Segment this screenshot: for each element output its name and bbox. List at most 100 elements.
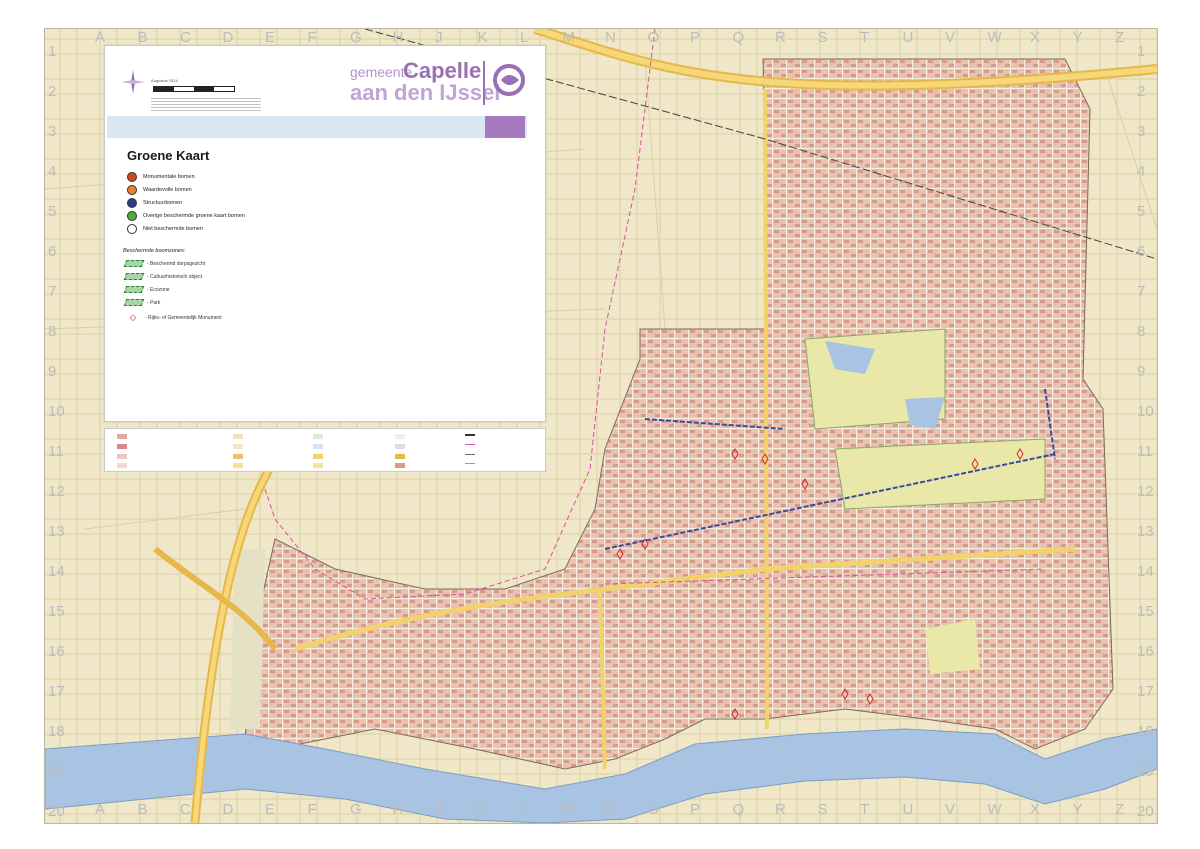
tree-dot-icon bbox=[127, 224, 137, 234]
legend-item-label: Monumentale bomen bbox=[143, 174, 195, 180]
grid-letter-bottom: E bbox=[265, 801, 276, 818]
grid-number-left: 2 bbox=[48, 83, 57, 100]
grid-letter-top: P bbox=[690, 29, 701, 46]
grid-number-right: 19 bbox=[1137, 763, 1154, 780]
grid-number-right: 6 bbox=[1137, 243, 1146, 260]
tree-dot-icon bbox=[127, 172, 137, 182]
grid-letter-bottom: K bbox=[477, 801, 488, 818]
legend-item-label: Overige beschermde groene kaart bomen bbox=[143, 213, 245, 219]
zone-item: - Park bbox=[123, 299, 161, 306]
grid-letter-top: Q bbox=[732, 29, 745, 46]
compass-icon bbox=[121, 70, 145, 94]
grid-letter-top: L bbox=[520, 29, 529, 46]
grid-letter-bottom: L bbox=[520, 801, 529, 818]
grid-number-right: 8 bbox=[1137, 323, 1146, 340]
grid-number-left: 9 bbox=[48, 363, 57, 380]
grid-number-right: 13 bbox=[1137, 523, 1154, 540]
logo-line2: aan den IJssel bbox=[350, 80, 501, 105]
legend-item: Niet beschermde bomen bbox=[127, 224, 203, 234]
grid-number-right: 17 bbox=[1137, 683, 1154, 700]
grid-letter-bottom: Y bbox=[1072, 801, 1083, 818]
grid-letter-bottom: O bbox=[647, 801, 660, 818]
grid-number-left: 8 bbox=[48, 323, 57, 340]
scale-bar bbox=[153, 86, 235, 92]
grid-letter-top: J bbox=[435, 29, 443, 46]
grid-number-right: 11 bbox=[1137, 443, 1153, 460]
grid-number-left: 16 bbox=[48, 643, 65, 660]
zone-pattern-icon bbox=[123, 286, 145, 293]
grid-letter-bottom: Q bbox=[732, 801, 745, 818]
land-use-key bbox=[104, 428, 546, 472]
monument-diamond-icon: ◇ bbox=[129, 312, 137, 322]
grid-letter-top: M bbox=[562, 29, 576, 46]
grid-letter-bottom: D bbox=[222, 801, 234, 818]
legend-item-label: Niet beschermde bomen bbox=[143, 226, 203, 232]
zone-label: - Park bbox=[147, 299, 161, 306]
legend-item: Overige beschermde groene kaart bomen bbox=[127, 211, 245, 221]
grid-letter-top: S bbox=[817, 29, 828, 46]
tree-dot-icon bbox=[127, 211, 137, 221]
legend-item: Structuurbomen bbox=[127, 198, 182, 208]
grid-number-left: 14 bbox=[48, 563, 65, 580]
grid-letter-top: R bbox=[775, 29, 786, 46]
zone-pattern-icon bbox=[123, 260, 145, 267]
grid-number-left: 15 bbox=[48, 603, 65, 620]
grid-letter-top: V bbox=[945, 29, 956, 46]
grid-letter-bottom: V bbox=[945, 801, 956, 818]
grid-number-left: 4 bbox=[48, 163, 57, 180]
legend-item-label: Structuurbomen bbox=[143, 200, 183, 206]
zone-label: - Rijks- of Gemeentelijk Monument bbox=[145, 314, 222, 321]
grid-letter-top: W bbox=[987, 29, 1002, 46]
map-date: Augustus 2014 bbox=[151, 78, 178, 83]
fine-print bbox=[151, 98, 261, 112]
grid-letter-top: F bbox=[307, 29, 317, 46]
grid-letter-top: K bbox=[477, 29, 488, 46]
grid-letter-bottom: M bbox=[562, 801, 576, 818]
grid-letter-bottom: Z bbox=[1115, 801, 1125, 818]
grid-number-right: 18 bbox=[1137, 723, 1154, 740]
tree-dot-icon bbox=[127, 198, 137, 208]
grid-number-left: 10 bbox=[48, 403, 65, 420]
legend-item: Monumentale bomen bbox=[127, 172, 195, 182]
grid-number-left: 19 bbox=[48, 763, 65, 780]
grid-letter-top: A bbox=[95, 29, 106, 46]
grid-number-right: 1 bbox=[1137, 43, 1146, 60]
zone-item: - Ecozone bbox=[123, 286, 170, 293]
grid-letter-bottom: U bbox=[902, 801, 914, 818]
grid-number-left: 7 bbox=[48, 283, 57, 300]
grid-number-left: 3 bbox=[48, 123, 57, 140]
legend-title: Groene Kaart bbox=[127, 148, 210, 163]
grid-number-right: 16 bbox=[1137, 643, 1154, 660]
grid-number-right: 5 bbox=[1137, 203, 1146, 220]
zone-item: ◇ - Rijks- of Gemeentelijk Monument bbox=[125, 312, 222, 323]
grid-number-right: 4 bbox=[1137, 163, 1146, 180]
grid-letter-top: Y bbox=[1072, 29, 1083, 46]
legend-item: Waardevolle bomen bbox=[127, 185, 192, 195]
grid-number-right: 10 bbox=[1137, 403, 1154, 420]
grid-letter-bottom: X bbox=[1030, 801, 1041, 818]
zone-label: - Ecozone bbox=[147, 286, 170, 293]
grid-number-left: 12 bbox=[48, 483, 65, 500]
grid-letter-bottom: N bbox=[605, 801, 616, 818]
grid-letter-top: Z bbox=[1115, 29, 1125, 46]
grid-number-left: 1 bbox=[48, 43, 57, 60]
grid-number-right: 15 bbox=[1137, 603, 1154, 620]
grid-letter-top: T bbox=[860, 29, 870, 46]
grid-number-left: 5 bbox=[48, 203, 57, 220]
grid-number-left: 11 bbox=[48, 443, 64, 460]
grid-number-left: 18 bbox=[48, 723, 65, 740]
grid-letter-top: B bbox=[137, 29, 148, 46]
grid-letter-bottom: J bbox=[435, 801, 443, 818]
header-band bbox=[107, 116, 527, 138]
zone-label: - Cultuurhistorisch object bbox=[147, 273, 203, 280]
zones-heading: Beschermde boomzones: bbox=[123, 248, 186, 254]
grid-number-right: 3 bbox=[1137, 123, 1146, 140]
grid-number-right: 9 bbox=[1137, 363, 1146, 380]
grid-letter-top: G bbox=[350, 29, 362, 46]
grid-number-left: 17 bbox=[48, 683, 65, 700]
zone-pattern-icon bbox=[123, 299, 145, 306]
grid-number-right: 12 bbox=[1137, 483, 1154, 500]
grid-letter-bottom: A bbox=[95, 801, 106, 818]
grid-letter-bottom: P bbox=[690, 801, 701, 818]
grid-letter-top: E bbox=[265, 29, 276, 46]
